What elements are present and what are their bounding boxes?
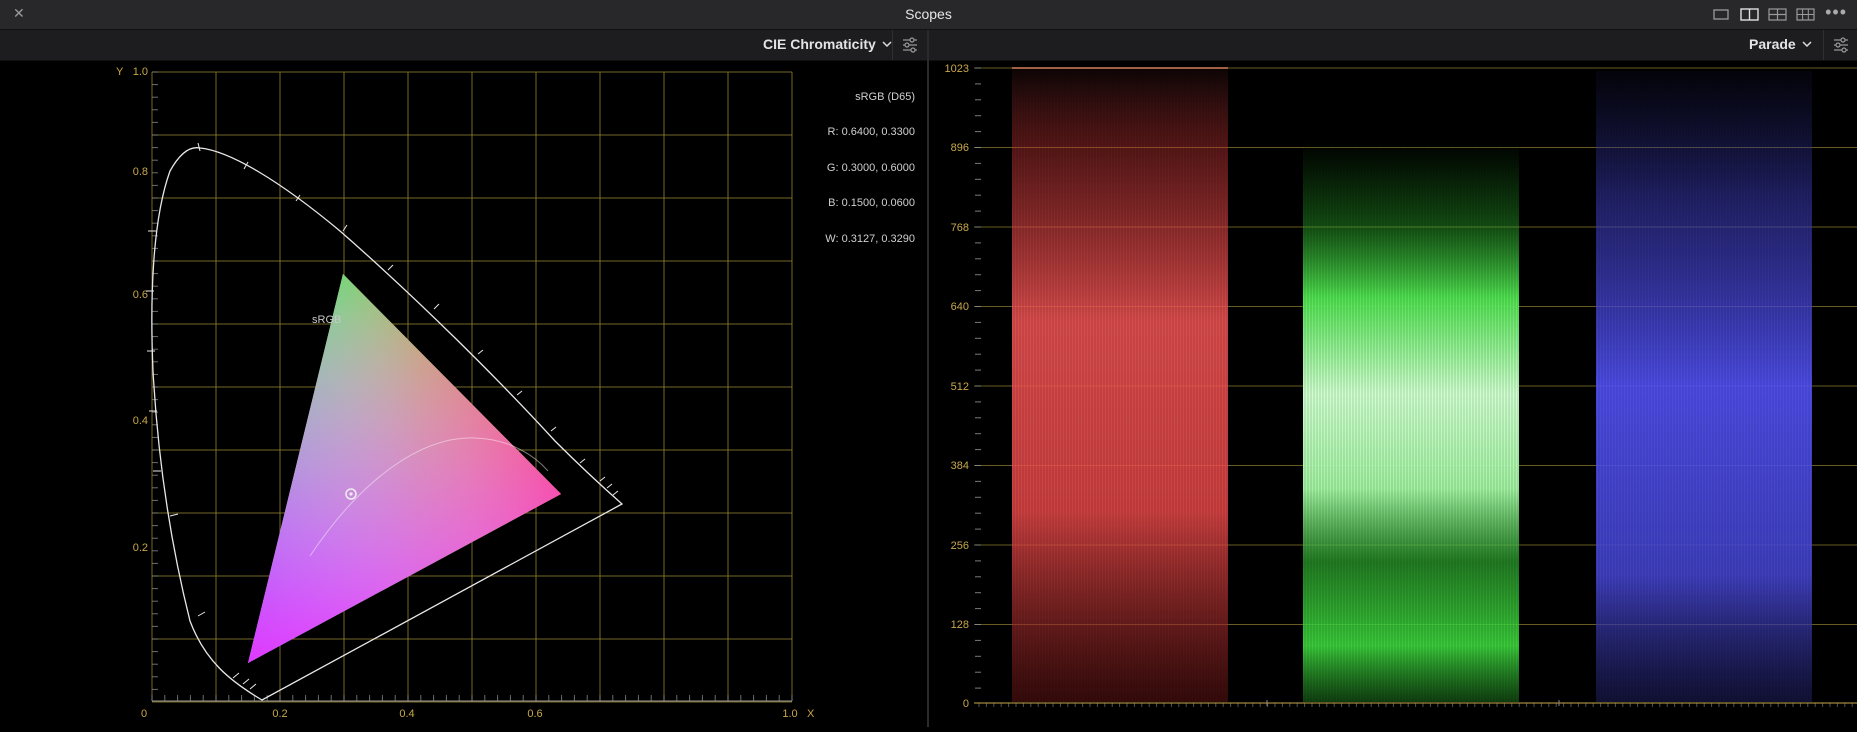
layout-quad-icon[interactable] bbox=[1768, 7, 1787, 21]
x-tick: 0.6 bbox=[527, 708, 542, 720]
cie-diagram: sRGB Y X 1.0 0.8 0.6 0.4 0.2 0 0.2 0.4 0… bbox=[116, 66, 815, 720]
parade-scope: 1023 896 768 640 512 384 256 128 0 bbox=[929, 61, 1857, 727]
y-tick: 1.0 bbox=[133, 66, 148, 78]
parade-waveform: 1023 896 768 640 512 384 256 128 0 bbox=[945, 63, 1857, 710]
y-tick-label: 512 bbox=[951, 381, 969, 393]
more-icon[interactable]: ••• bbox=[1825, 2, 1847, 23]
red-channel bbox=[1012, 67, 1228, 702]
cie-chromaticity-scope: sRGB Y X 1.0 0.8 0.6 0.4 0.2 0 0.2 0.4 0… bbox=[0, 61, 927, 727]
x-tick: 0 bbox=[141, 708, 147, 720]
gamut-triangle bbox=[248, 274, 561, 663]
y-tick-label: 256 bbox=[951, 540, 969, 552]
left-scope-settings-button[interactable] bbox=[892, 30, 927, 60]
y-tick: 0.8 bbox=[133, 166, 148, 178]
y-tick-label: 128 bbox=[951, 619, 969, 631]
y-axis-label: Y bbox=[116, 66, 124, 78]
y-tick-label: 896 bbox=[951, 142, 969, 154]
settings-sliders-icon bbox=[1834, 37, 1848, 53]
layout-dual-icon[interactable] bbox=[1740, 7, 1759, 21]
y-tick-label: 0 bbox=[963, 698, 969, 710]
title-bar: ✕ Scopes ••• bbox=[0, 0, 1857, 30]
layout-single-icon[interactable] bbox=[1712, 7, 1731, 21]
right-scope-toolbar: Parade bbox=[929, 30, 1857, 61]
x-axis-label: X bbox=[807, 708, 815, 720]
y-tick-label: 1023 bbox=[945, 63, 969, 75]
chevron-down-icon bbox=[882, 41, 892, 48]
y-tick: 0.2 bbox=[133, 542, 148, 554]
green-channel bbox=[1303, 141, 1519, 702]
color-space-info: sRGB (D65) bbox=[855, 91, 915, 103]
y-tick-label: 384 bbox=[951, 460, 969, 472]
cie-grid bbox=[151, 71, 793, 703]
chevron-down-icon bbox=[1802, 41, 1812, 48]
x-tick: 1.0 bbox=[782, 708, 797, 720]
x-tick: 0.4 bbox=[399, 708, 414, 720]
scope-type-label: CIE Chromaticity bbox=[763, 36, 876, 52]
blue-channel bbox=[1596, 71, 1812, 702]
gamut-label: sRGB bbox=[312, 314, 341, 326]
y-tick-label: 640 bbox=[951, 301, 969, 313]
white-point-info: W: 0.3127, 0.3290 bbox=[825, 233, 915, 245]
x-tick: 0.2 bbox=[272, 708, 287, 720]
y-tick: 0.4 bbox=[133, 415, 148, 427]
scope-type-dropdown-left[interactable]: CIE Chromaticity bbox=[763, 36, 892, 52]
blue-primary-info: B: 0.1500, 0.0600 bbox=[828, 197, 915, 209]
green-primary-info: G: 0.3000, 0.6000 bbox=[826, 162, 915, 174]
red-primary-info: R: 0.6400, 0.3300 bbox=[827, 126, 915, 138]
y-tick: 0.6 bbox=[133, 289, 148, 301]
layout-buttons bbox=[1712, 7, 1815, 21]
scope-type-dropdown-right[interactable]: Parade bbox=[1749, 36, 1812, 52]
y-tick-label: 768 bbox=[951, 222, 969, 234]
settings-sliders-icon bbox=[903, 37, 917, 53]
right-scope-settings-button[interactable] bbox=[1823, 30, 1857, 60]
window-title: Scopes bbox=[905, 6, 952, 22]
layout-grid-icon[interactable] bbox=[1796, 7, 1815, 21]
left-scope-toolbar: CIE Chromaticity bbox=[0, 30, 927, 61]
scope-type-label: Parade bbox=[1749, 36, 1796, 52]
